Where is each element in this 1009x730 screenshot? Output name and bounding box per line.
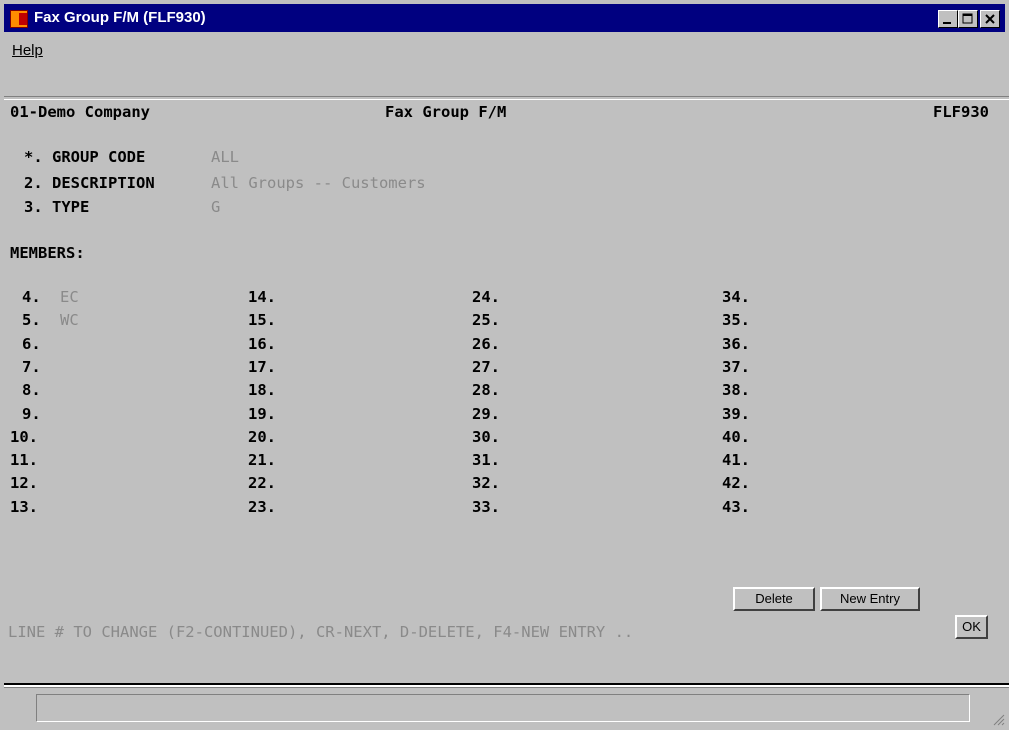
member-number: 43. <box>722 498 750 516</box>
member-number: 4. <box>22 288 41 306</box>
member-value[interactable]: WC <box>60 309 79 331</box>
new-entry-button[interactable]: New Entry <box>820 587 920 611</box>
status-bar <box>4 688 1009 730</box>
member-number: 39. <box>722 405 750 423</box>
member-number: 11. <box>10 451 38 469</box>
ok-button[interactable]: OK <box>955 615 988 639</box>
member-number: 21. <box>248 451 276 469</box>
member-number: 6. <box>22 335 41 353</box>
member-number: 34. <box>722 288 750 306</box>
program-code: FLF930 <box>933 103 989 121</box>
close-button[interactable] <box>980 10 1000 28</box>
member-number: 40. <box>722 428 750 446</box>
member-number: 9. <box>22 405 41 423</box>
minimize-button[interactable] <box>938 10 958 28</box>
member-number: 32. <box>472 474 500 492</box>
type-label: 3. TYPE <box>24 198 90 216</box>
application-window: Fax Group F/M (FLF930) Help 01-Demo Comp… <box>0 0 1009 730</box>
member-number: 42. <box>722 474 750 492</box>
member-number: 30. <box>472 428 500 446</box>
member-number: 16. <box>248 335 276 353</box>
member-value[interactable]: EC <box>60 286 79 308</box>
member-number: 35. <box>722 311 750 329</box>
member-number: 36. <box>722 335 750 353</box>
member-number: 13. <box>10 498 38 516</box>
status-field <box>36 694 970 722</box>
member-number: 24. <box>472 288 500 306</box>
maximize-icon <box>962 13 973 24</box>
group-code-label: *. GROUP CODE <box>24 148 146 166</box>
member-number: 7. <box>22 358 41 376</box>
member-number: 37. <box>722 358 750 376</box>
member-number: 23. <box>248 498 276 516</box>
member-number: 18. <box>248 381 276 399</box>
member-number: 33. <box>472 498 500 516</box>
screen-title: Fax Group F/M <box>385 103 507 121</box>
member-number: 20. <box>248 428 276 446</box>
member-number: 5. <box>22 311 41 329</box>
description-label: 2. DESCRIPTION <box>24 174 155 192</box>
maximize-button[interactable] <box>958 10 978 28</box>
members-heading: MEMBERS: <box>10 244 85 262</box>
type-value[interactable]: G <box>211 196 220 218</box>
menu-help[interactable]: Help <box>12 42 43 60</box>
member-number: 14. <box>248 288 276 306</box>
member-number: 31. <box>472 451 500 469</box>
member-number: 41. <box>722 451 750 469</box>
member-number: 28. <box>472 381 500 399</box>
minimize-icon <box>943 22 951 24</box>
delete-button[interactable]: Delete <box>733 587 815 611</box>
member-number: 12. <box>10 474 38 492</box>
member-number: 17. <box>248 358 276 376</box>
title-bar[interactable]: Fax Group F/M (FLF930) <box>4 4 1005 32</box>
content-top-divider <box>4 96 1009 100</box>
command-prompt: LINE # TO CHANGE (F2-CONTINUED), CR-NEXT… <box>8 623 634 641</box>
group-code-value[interactable]: ALL <box>211 146 239 168</box>
window-title: Fax Group F/M (FLF930) <box>34 9 206 26</box>
member-number: 27. <box>472 358 500 376</box>
resize-grip-icon[interactable] <box>991 712 1005 726</box>
member-number: 26. <box>472 335 500 353</box>
member-number: 22. <box>248 474 276 492</box>
description-value[interactable]: All Groups -- Customers <box>211 172 426 194</box>
member-number: 25. <box>472 311 500 329</box>
member-number: 19. <box>248 405 276 423</box>
app-icon[interactable] <box>10 10 28 28</box>
member-number: 38. <box>722 381 750 399</box>
close-icon <box>985 14 995 24</box>
member-number: 8. <box>22 381 41 399</box>
company-name: 01-Demo Company <box>10 103 150 121</box>
member-number: 29. <box>472 405 500 423</box>
member-number: 10. <box>10 428 38 446</box>
menu-help-label: Help <box>12 42 43 59</box>
member-number: 15. <box>248 311 276 329</box>
